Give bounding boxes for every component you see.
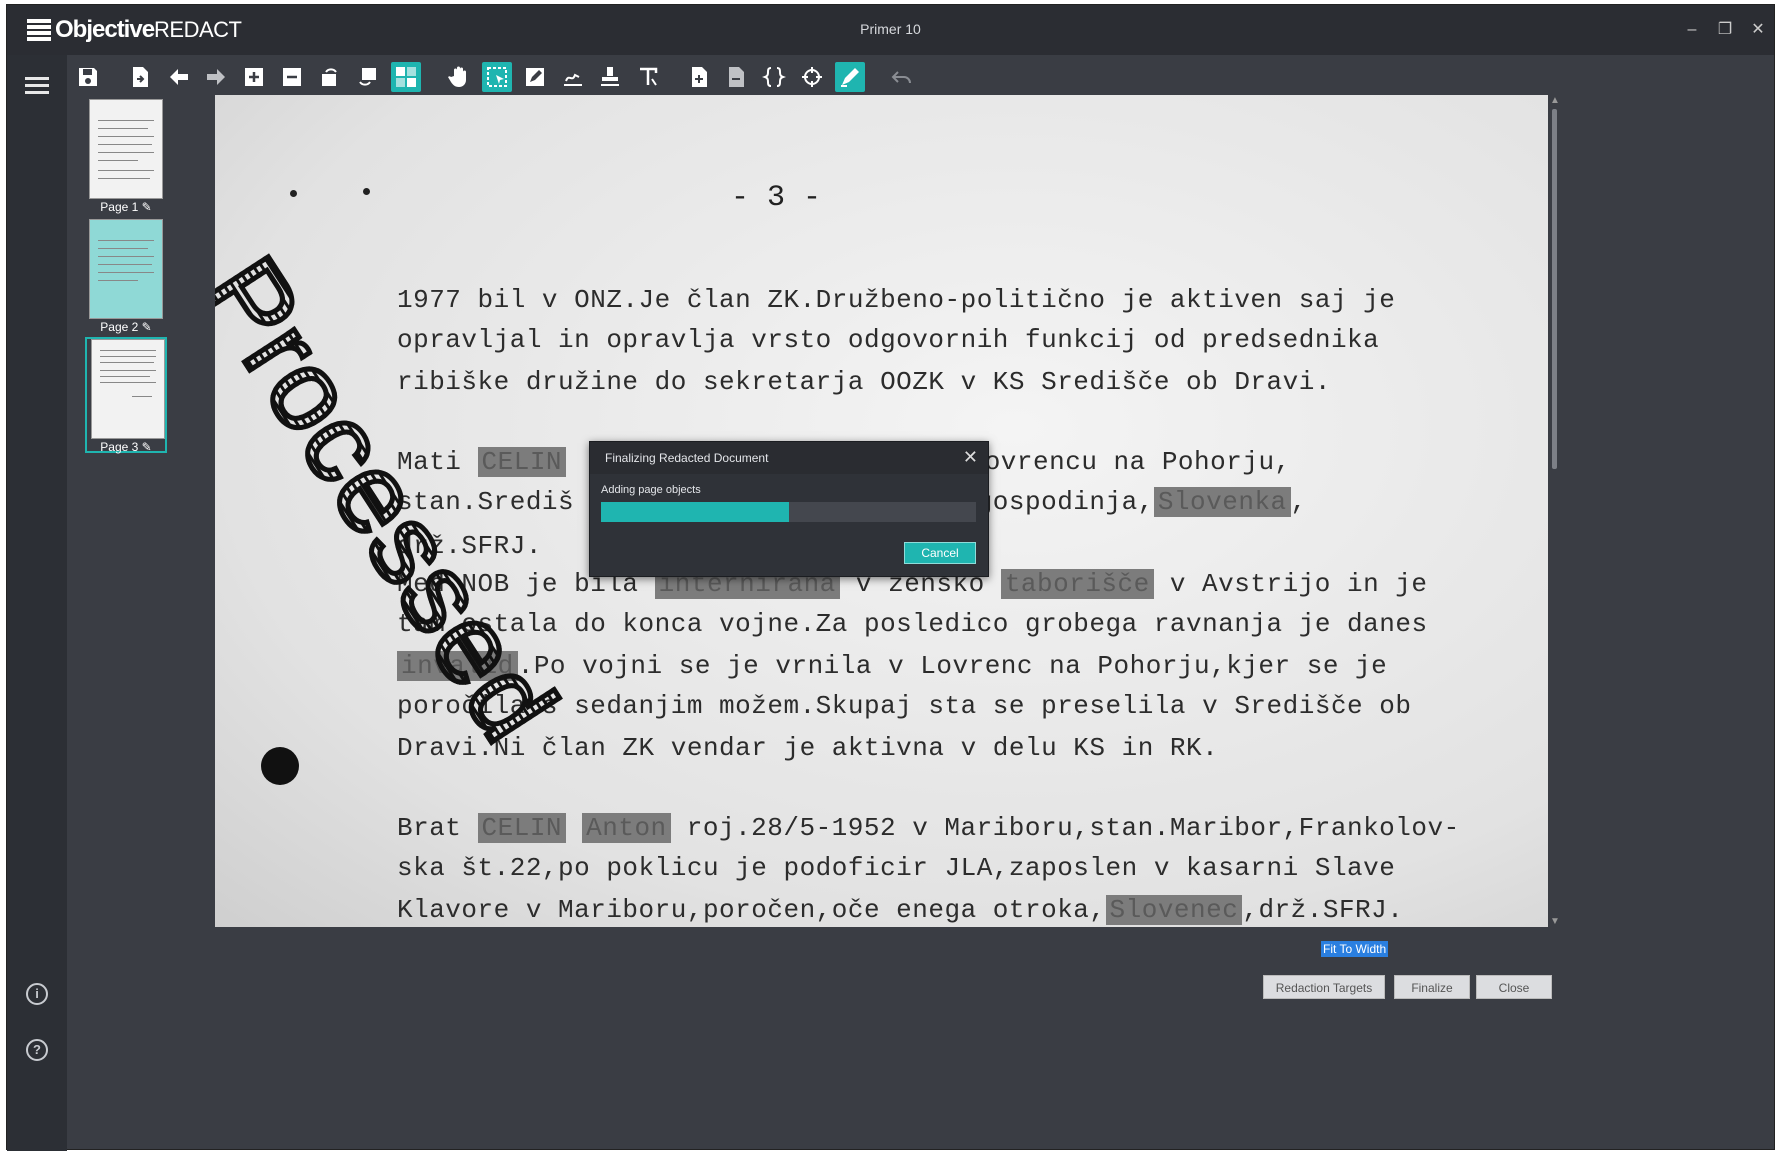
scroll-down-icon[interactable]: ▼ bbox=[1550, 916, 1560, 927]
line-text: .Po vojni se je vrnila v Lovrenc na Poho… bbox=[517, 651, 1388, 681]
page-thumbnail-image bbox=[89, 219, 163, 319]
finalizing-dialog: Finalizing Redacted Document ✕ Adding pa… bbox=[589, 441, 989, 577]
save-icon[interactable] bbox=[73, 62, 103, 92]
edit-icon[interactable] bbox=[520, 62, 550, 92]
thumbnail-label: Page 2 ✎ bbox=[100, 320, 152, 334]
dialog-header: Finalizing Redacted Document ✕ bbox=[590, 442, 988, 474]
document-line: 1977 bil v ONZ.Je član ZK.Družbeno-polit… bbox=[397, 285, 1395, 315]
thumbnail-label: Page 3 ✎ bbox=[100, 440, 152, 454]
info-icon[interactable]: i bbox=[26, 983, 48, 1005]
line-text: ska št.22,po poklicu je podoficir JLA,za… bbox=[397, 853, 1396, 883]
undo-icon[interactable] bbox=[887, 62, 917, 92]
line-text: ribiške družine do sekretarja OOZK v KS … bbox=[397, 367, 1331, 397]
scroll-up-icon[interactable]: ▲ bbox=[1550, 95, 1560, 106]
line-text bbox=[566, 813, 582, 843]
thumbnail-label: Page 1 ✎ bbox=[100, 200, 152, 214]
progress-fill bbox=[601, 502, 789, 522]
line-text: tam ostala do konca vojne.Za posledico g… bbox=[397, 609, 1428, 639]
line-text: roj.28/5-1952 v Mariboru,stan.Maribor,Fr… bbox=[670, 813, 1460, 843]
line-text: , bbox=[1290, 487, 1307, 517]
document-line: Klavore v Mariboru,poročen,oče enega otr… bbox=[397, 895, 1403, 925]
page-number: - 3 - bbox=[731, 181, 822, 215]
page-mark bbox=[290, 190, 297, 197]
help-icon[interactable]: ? bbox=[26, 1039, 48, 1061]
document-line: opravljal in opravlja vrsto odgovornih f… bbox=[397, 325, 1379, 355]
scroll-thumb[interactable] bbox=[1552, 109, 1557, 469]
thumbnail-page-1[interactable]: Page 1 ✎ bbox=[85, 99, 167, 215]
document-add-icon[interactable] bbox=[684, 62, 714, 92]
document-line: ska št.22,po poklicu je podoficir JLA,za… bbox=[397, 853, 1395, 883]
arrow-right-icon[interactable] bbox=[201, 62, 231, 92]
page-thumbnail-image bbox=[91, 339, 165, 439]
document-line: ribiške družine do sekretarja OOZK v KS … bbox=[397, 367, 1331, 397]
line-text: ,drž.SFRJ. bbox=[1242, 895, 1404, 925]
rotate-left-icon[interactable] bbox=[315, 62, 345, 92]
vertical-scrollbar[interactable]: ▲ ▼ bbox=[1548, 95, 1562, 927]
close-window-button[interactable]: ✕ bbox=[1745, 17, 1771, 43]
line-text: Klavore v Mariboru,poročen,oče enega otr… bbox=[397, 895, 1106, 925]
dialog-title: Finalizing Redacted Document bbox=[605, 451, 769, 465]
line-text: Dravi.Ni član ZK vendar je aktivna v del… bbox=[397, 733, 1219, 763]
redaction-box[interactable]: taborišče bbox=[1000, 569, 1154, 599]
punch-hole bbox=[261, 747, 299, 785]
thumbnail-page-2[interactable]: Page 2 ✎ bbox=[85, 219, 167, 335]
rotate-right-icon[interactable] bbox=[353, 62, 383, 92]
window-title: Primer 10 bbox=[860, 21, 921, 37]
cancel-button[interactable]: Cancel bbox=[904, 542, 976, 564]
thumbnail-page-3[interactable]: Page 3 ✎ bbox=[85, 337, 167, 454]
stamp-icon[interactable] bbox=[595, 62, 625, 92]
page-mark bbox=[363, 188, 370, 195]
edited-icon: ✎ bbox=[141, 200, 152, 214]
minimize-button[interactable]: – bbox=[1679, 17, 1705, 43]
sign-icon[interactable] bbox=[558, 62, 588, 92]
redaction-targets-button[interactable]: Redaction Targets bbox=[1263, 975, 1385, 999]
document-line: Brat CELIN Anton roj.28/5-1952 v Maribor… bbox=[397, 813, 1460, 843]
hamburger-menu-icon[interactable] bbox=[25, 77, 49, 95]
sidebar: i ? bbox=[7, 55, 67, 1151]
restore-button[interactable]: ❐ bbox=[1712, 17, 1738, 43]
remove-page-icon[interactable] bbox=[277, 62, 307, 92]
line-text: Brat bbox=[397, 813, 478, 843]
toolbar bbox=[67, 55, 1774, 99]
add-page-icon[interactable] bbox=[239, 62, 269, 92]
finalize-button[interactable]: Finalize bbox=[1394, 975, 1470, 999]
dialog-status: Adding page objects bbox=[601, 484, 701, 496]
document-remove-icon[interactable] bbox=[721, 62, 751, 92]
line-text: opravljal in opravlja vrsto odgovornih f… bbox=[397, 325, 1380, 355]
arrow-left-icon[interactable] bbox=[164, 62, 194, 92]
document-line: tam ostala do konca vojne.Za posledico g… bbox=[397, 609, 1428, 639]
edited-icon: ✎ bbox=[141, 440, 152, 454]
grid-view-icon[interactable] bbox=[391, 62, 421, 92]
close-button[interactable]: Close bbox=[1476, 975, 1552, 999]
hand-icon[interactable] bbox=[444, 62, 474, 92]
edited-icon: ✎ bbox=[141, 320, 152, 334]
redaction-box[interactable]: Slovenec bbox=[1105, 895, 1243, 925]
document-line: Dravi.Ni član ZK vendar je aktivna v del… bbox=[397, 733, 1218, 763]
select-area-icon[interactable] bbox=[482, 62, 512, 92]
line-text: 1977 bil v ONZ.Je član ZK.Družbeno-polit… bbox=[397, 285, 1396, 315]
export-icon[interactable] bbox=[125, 62, 155, 92]
highlighter-icon[interactable] bbox=[835, 62, 865, 92]
line-text: v Avstrijo in je bbox=[1153, 569, 1428, 599]
redaction-box[interactable]: CELIN bbox=[477, 813, 567, 843]
redaction-box[interactable]: Anton bbox=[582, 813, 671, 843]
redaction-box[interactable]: Slovenka bbox=[1153, 487, 1291, 517]
page-thumbnail-image bbox=[89, 99, 163, 199]
crosshair-icon[interactable] bbox=[797, 62, 827, 92]
fit-to-width-link[interactable]: Fit To Width bbox=[1321, 941, 1389, 957]
progress-bar bbox=[601, 502, 976, 522]
braces-icon[interactable] bbox=[759, 62, 789, 92]
redaction-box[interactable]: CELIN bbox=[477, 447, 567, 477]
text-tool-icon[interactable] bbox=[633, 62, 663, 92]
dialog-close-icon[interactable]: ✕ bbox=[963, 448, 978, 466]
title-bar: Objective REDACT Primer 10 – ❐ ✕ bbox=[7, 5, 1774, 55]
app-window: Objective REDACT Primer 10 – ❐ ✕ i ? Pag… bbox=[6, 4, 1775, 1151]
